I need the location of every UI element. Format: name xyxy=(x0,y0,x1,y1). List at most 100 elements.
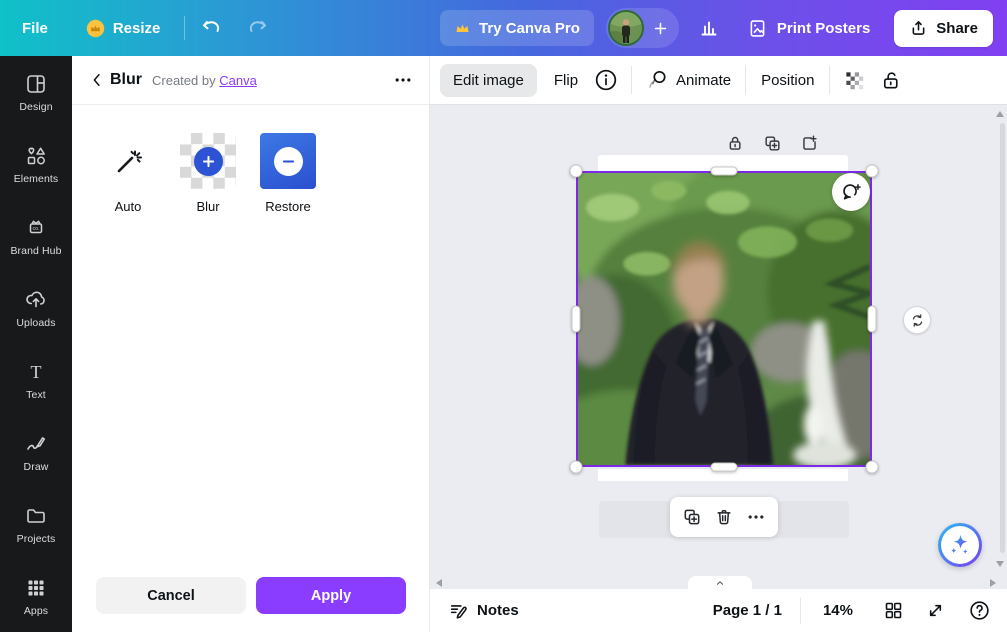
sidebar-item-apps[interactable]: Apps xyxy=(0,560,72,632)
lock-element-button[interactable] xyxy=(723,131,747,155)
back-button[interactable] xyxy=(88,71,106,89)
blur-option-restore[interactable]: Restore xyxy=(260,133,316,214)
transparency-icon xyxy=(843,69,866,92)
print-posters-button[interactable]: Print Posters xyxy=(735,9,882,47)
blur-option-blur[interactable]: Blur xyxy=(180,133,236,214)
blur-add-icon xyxy=(200,153,217,170)
vertical-scrollbar[interactable] xyxy=(1000,123,1005,553)
resize-handle-left[interactable] xyxy=(572,306,581,333)
edit-image-button[interactable]: Edit image xyxy=(440,64,537,97)
resize-handle-top-left[interactable] xyxy=(570,165,583,178)
grid-view-icon xyxy=(883,600,904,621)
undo-icon xyxy=(200,17,223,40)
sidebar-item-brand-hub[interactable]: co. Brand Hub xyxy=(0,200,72,272)
apply-button[interactable]: Apply xyxy=(256,577,406,614)
flip-button[interactable]: Flip xyxy=(554,72,578,89)
resize-handle-bottom-right[interactable] xyxy=(866,461,879,474)
panel-more-button[interactable] xyxy=(393,70,413,90)
restore-remove-icon xyxy=(280,153,297,170)
selection-actions-bottom xyxy=(670,497,778,537)
transparency-button[interactable] xyxy=(843,69,866,92)
more-dots-icon xyxy=(393,70,413,90)
undo-button[interactable] xyxy=(195,12,227,44)
top-bar: File Resize Try Canva Pro xyxy=(0,0,1007,56)
resize-handle-top-right[interactable] xyxy=(866,165,879,178)
toolbar-divider xyxy=(745,66,746,94)
resize-handle-top[interactable] xyxy=(711,167,738,176)
print-posters-label: Print Posters xyxy=(777,20,870,37)
add-comment-button[interactable] xyxy=(832,173,870,211)
resize-handle-bottom[interactable] xyxy=(711,463,738,472)
page-indicator[interactable]: Page 1 / 1 xyxy=(713,602,782,619)
sidebar-item-uploads[interactable]: Uploads xyxy=(0,272,72,344)
try-canva-pro-button[interactable]: Try Canva Pro xyxy=(440,10,594,46)
account-pill xyxy=(606,8,679,48)
canvas-area[interactable] xyxy=(430,105,1007,589)
try-canva-pro-label: Try Canva Pro xyxy=(479,20,580,37)
sidebar-item-projects[interactable]: Projects xyxy=(0,488,72,560)
redo-icon xyxy=(246,17,269,40)
collapse-statusbar-tab[interactable] xyxy=(688,576,752,589)
sidebar-item-design[interactable]: Design xyxy=(0,56,72,128)
scroll-right-arrow[interactable] xyxy=(990,579,996,587)
projects-icon xyxy=(24,504,48,528)
animate-label: Animate xyxy=(676,72,731,89)
resize-handle-bottom-left[interactable] xyxy=(570,461,583,474)
blur-options: Auto Blur Restore xyxy=(72,105,429,214)
notes-label: Notes xyxy=(477,602,519,619)
insights-button[interactable] xyxy=(693,12,725,44)
draw-icon xyxy=(24,432,48,456)
lock-open-icon xyxy=(880,69,903,92)
file-menu[interactable]: File xyxy=(22,20,48,37)
brand-hub-icon: co. xyxy=(24,216,48,240)
sidebar-item-draw[interactable]: Draw xyxy=(0,416,72,488)
svg-text:T: T xyxy=(31,362,42,382)
add-page-button[interactable] xyxy=(797,131,821,155)
duplicate-button[interactable] xyxy=(682,507,702,527)
rotate-icon xyxy=(910,313,925,328)
scroll-down-arrow[interactable] xyxy=(996,561,1004,567)
chevron-up-icon xyxy=(714,578,726,588)
avatar[interactable] xyxy=(608,10,644,46)
notes-button[interactable]: Notes xyxy=(448,600,519,622)
panel-title: Blur xyxy=(110,71,142,89)
sidebar-item-elements[interactable]: Elements xyxy=(0,128,72,200)
help-button[interactable] xyxy=(968,599,991,622)
animate-button[interactable]: Animate xyxy=(645,68,731,92)
canva-assistant-button[interactable] xyxy=(938,523,982,567)
cancel-button[interactable]: Cancel xyxy=(96,577,246,614)
selected-portrait-image[interactable] xyxy=(576,171,872,467)
bar-chart-icon xyxy=(697,16,721,40)
sidebar: Design Elements co. Brand Hub Uploads T … xyxy=(0,56,72,632)
magic-wand-icon xyxy=(111,144,145,178)
lock-button[interactable] xyxy=(880,69,903,92)
share-button[interactable]: Share xyxy=(894,10,993,47)
selection-actions-top xyxy=(723,131,821,155)
topbar-divider xyxy=(184,16,185,40)
more-options-button[interactable] xyxy=(746,507,766,527)
zoom-level[interactable]: 14% xyxy=(823,602,853,619)
duplicate-element-button[interactable] xyxy=(760,131,784,155)
redo-button[interactable] xyxy=(241,12,273,44)
info-button[interactable] xyxy=(593,67,619,93)
rotate-handle[interactable] xyxy=(903,306,931,334)
resize-button[interactable]: Resize xyxy=(86,19,161,38)
blur-option-auto[interactable]: Auto xyxy=(100,133,156,214)
resize-handle-right[interactable] xyxy=(868,306,877,333)
image-toolbar: Edit image Flip Animate Position xyxy=(430,56,1007,105)
position-button[interactable]: Position xyxy=(761,72,814,89)
scroll-up-arrow[interactable] xyxy=(996,111,1004,117)
scroll-left-arrow[interactable] xyxy=(436,579,442,587)
grid-view-button[interactable] xyxy=(883,600,904,621)
statusbar-right: Page 1 / 1 14% xyxy=(713,598,991,624)
share-icon xyxy=(909,19,928,38)
add-member-button[interactable] xyxy=(652,20,669,37)
svg-text:co.: co. xyxy=(33,226,40,232)
sidebar-item-text[interactable]: T Text xyxy=(0,344,72,416)
back-chevron-icon xyxy=(88,71,106,89)
panel-footer: Cancel Apply xyxy=(96,577,406,614)
delete-button[interactable] xyxy=(714,507,734,527)
fullscreen-button[interactable] xyxy=(925,600,946,621)
duplicate-icon xyxy=(763,134,782,153)
canva-link[interactable]: Canva xyxy=(219,73,257,88)
